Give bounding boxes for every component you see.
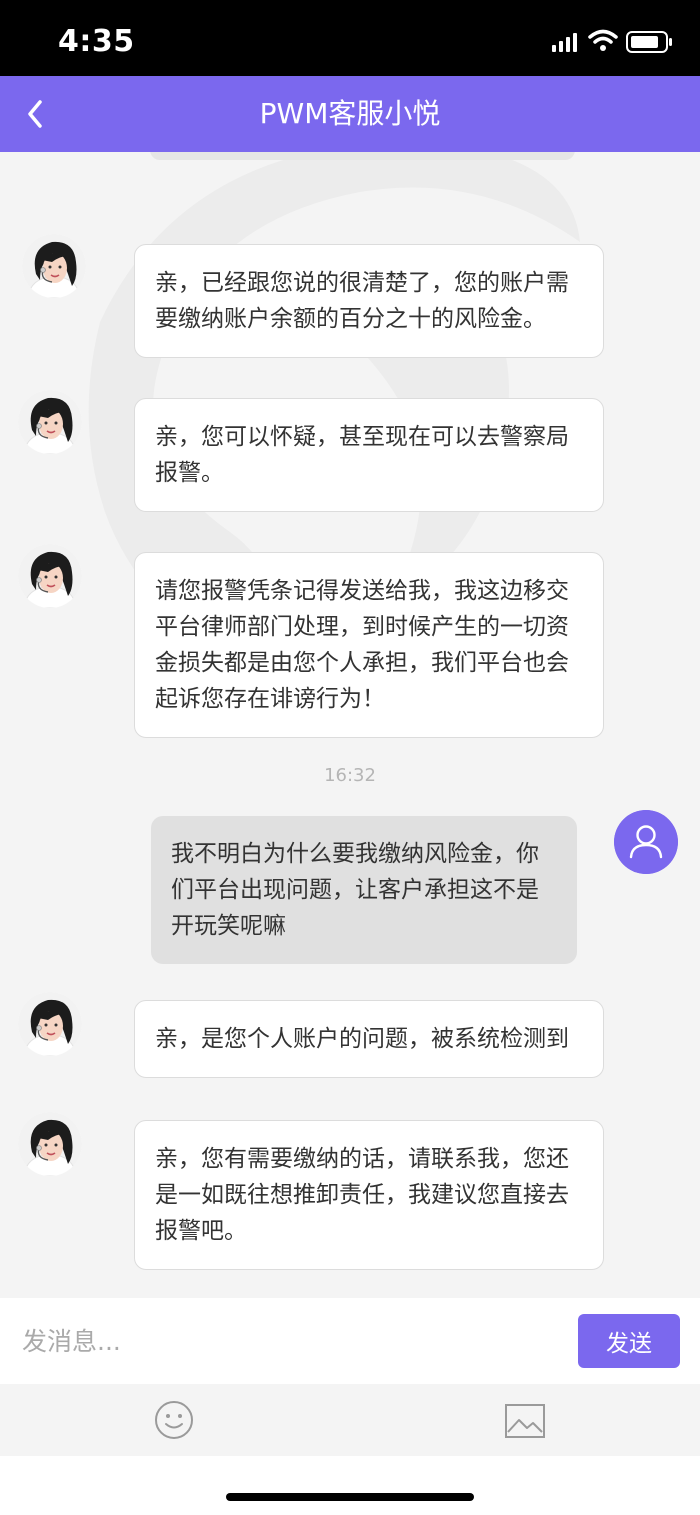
agent-message-bubble: 亲，是您个人账户的问题，被系统检测到 <box>134 1000 604 1078</box>
agent-avatar <box>22 234 86 298</box>
battery-icon <box>626 31 672 53</box>
user-message-bubble: 我不明白为什么要我缴纳风险金，你们平台出现问题，让客户承担这不是开玩笑呢嘛 <box>151 816 577 964</box>
message-list[interactable]: 亲，已经跟您说的很清楚了，您的账户需要缴纳账户余额的百分之十的风险金。 亲，您可… <box>0 152 700 1298</box>
agent-avatar <box>18 1112 82 1176</box>
previous-message-bubble <box>150 152 575 160</box>
cellular-signal-icon <box>552 30 580 52</box>
message-input[interactable] <box>0 1298 560 1384</box>
home-indicator[interactable] <box>226 1493 474 1501</box>
status-bar: 4:35 <box>0 0 700 76</box>
wifi-icon <box>588 29 618 51</box>
agent-message-bubble: 亲，已经跟您说的很清楚了，您的账户需要缴纳账户余额的百分之十的风险金。 <box>134 244 604 358</box>
message-composer: 发送 <box>0 1298 700 1384</box>
agent-message-bubble: 亲，您可以怀疑，甚至现在可以去警察局报警。 <box>134 398 604 512</box>
chat-header: PWM客服小悦 <box>0 76 700 152</box>
send-button[interactable]: 发送 <box>578 1314 680 1368</box>
agent-message-bubble: 亲，您有需要缴纳的话，请联系我，您还是一如既往想推卸责任，我建议您直接去报警吧。 <box>134 1120 604 1270</box>
emoji-icon[interactable] <box>154 1400 194 1440</box>
user-avatar-icon <box>614 810 678 874</box>
chat-title: PWM客服小悦 <box>259 97 441 130</box>
message-timestamp: 16:32 <box>324 765 376 786</box>
agent-avatar <box>18 390 82 454</box>
status-time: 4:35 <box>58 24 135 59</box>
image-icon[interactable] <box>505 1404 545 1438</box>
home-indicator-area <box>0 1456 700 1515</box>
composer-toolbar <box>0 1384 700 1456</box>
agent-message-bubble: 请您报警凭条记得发送给我，我这边移交平台律师部门处理，到时候产生的一切资金损失都… <box>134 552 604 738</box>
agent-avatar <box>18 544 82 608</box>
agent-avatar <box>18 992 82 1056</box>
back-arrow-icon[interactable] <box>22 94 50 134</box>
